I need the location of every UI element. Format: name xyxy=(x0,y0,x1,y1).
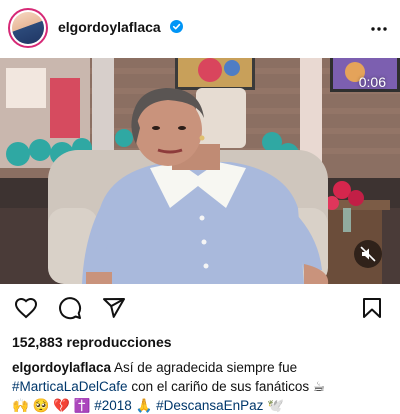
caption-emojis: 🙌 🥺 💔 ✝️ xyxy=(12,398,95,413)
caption-emojis: 🙏 xyxy=(131,398,157,413)
mute-button[interactable] xyxy=(354,240,382,268)
caption-username[interactable]: elgordoylaflaca xyxy=(12,360,111,375)
view-count: 152,883 reproducciones xyxy=(12,334,172,350)
more-icon[interactable] xyxy=(370,20,388,38)
post-header: elgordoylaflaca xyxy=(0,0,400,58)
caption-text: con el cariño de sus fanáticos ☕ xyxy=(127,379,326,394)
share-icon[interactable] xyxy=(102,296,126,320)
video-frame xyxy=(0,58,400,284)
caption-emojis: 🕊️ xyxy=(263,398,284,413)
verified-badge-icon xyxy=(170,20,183,33)
hashtag[interactable]: #MarticaLaDelCafe xyxy=(12,379,128,394)
action-bar xyxy=(0,284,400,328)
hashtag[interactable]: #DescansaEnPaz xyxy=(156,398,263,413)
hashtag[interactable]: #2018 xyxy=(94,398,132,413)
bookmark-icon[interactable] xyxy=(360,296,384,320)
avatar-image xyxy=(12,12,44,44)
caption: elgordoylaflaca Así de agradecida siempr… xyxy=(12,358,392,414)
comment-icon[interactable] xyxy=(58,296,82,320)
heart-icon[interactable] xyxy=(14,296,38,320)
mute-icon xyxy=(360,246,376,262)
instagram-post: elgordoylaflaca 0:06 152,883 reproduccio… xyxy=(0,0,400,414)
avatar[interactable] xyxy=(8,8,48,48)
caption-text: Así de agradecida siempre fue xyxy=(111,360,298,375)
video-timer: 0:06 xyxy=(358,74,386,90)
username[interactable]: elgordoylaflaca xyxy=(58,19,161,35)
video-player[interactable]: 0:06 xyxy=(0,58,400,284)
